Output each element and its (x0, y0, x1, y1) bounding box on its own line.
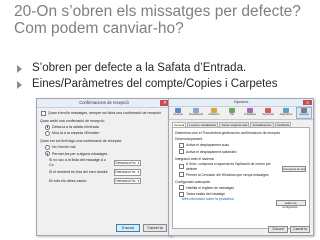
smooth-scroll-label: Activa el desplaçament suau (186, 143, 230, 148)
keep-in-inbox-radio[interactable] (45, 124, 50, 130)
toolbar-label: Adjuncions (279, 113, 293, 116)
lead-text: Determina com el Thunderbird gestiona le… (175, 130, 281, 135)
message-log-label: Habilita el registre de missatges (186, 185, 235, 190)
bullet-list: S’obren per defecte a la Safata d’Entrad… (14, 62, 314, 93)
slide-title: 20-On s’obren els missatges per defecte?… (14, 3, 301, 37)
options-dialog: Opcions ✕ General Visualització Redacció… (168, 98, 314, 236)
never-send-label: No l’enviïs mai (52, 145, 76, 150)
check-now-button[interactable]: Comprova-ho ara (282, 165, 306, 172)
config-heading: Configuració avançada (175, 179, 210, 184)
dev-heading: Desenvolupament (175, 137, 203, 142)
move-to-sent-label: Mou-la a la carpeta «Enviats» (52, 131, 100, 136)
rule-label: En tots els altres casos: (49, 178, 87, 183)
toolbar-attachments[interactable]: Adjuncions (279, 108, 293, 118)
on-receive-heading: Quan arribi una confirmació de recepció: (40, 119, 105, 123)
never-send-radio[interactable] (45, 144, 50, 150)
toolbar-display[interactable]: Visualització (189, 108, 203, 118)
bullet-item: S’obren per defecte a la Safata d’Entrad… (14, 62, 314, 76)
chevron-down-icon: ▾ (137, 170, 140, 175)
toolbar-label: Avançat (299, 113, 309, 116)
message-log-checkbox[interactable] (179, 185, 184, 191)
config-editor-button[interactable]: Editor de configuració... (276, 199, 306, 209)
toolbar-label: Seguretat (262, 113, 274, 116)
options-toolbar: General Visualització Redacció Xat Priva… (169, 107, 313, 120)
close-icon[interactable]: ✕ (303, 100, 312, 105)
allow-some-label: Permet-les per a alguns missatges (52, 151, 108, 156)
always-request-checkbox[interactable] (41, 111, 46, 116)
rule-select-value: Demana-m’ho (115, 170, 136, 175)
rule-label: Si no sóc a la llista del missatge A o C… (49, 158, 106, 167)
receipt-dialog-titlebar[interactable]: Confirmacions de recepció ✕ (37, 99, 171, 108)
options-panel: Determina com el Thunderbird gestiona le… (172, 126, 310, 229)
chevron-down-icon: ▾ (137, 160, 140, 165)
bullet-text: Eines/Paràmetres del compte/Copies i Car… (32, 77, 278, 90)
rule-select[interactable]: Demana-m’ho ▾ (113, 169, 141, 176)
cancel-button[interactable]: Cancel·la (143, 224, 167, 232)
toolbar-label: Redacció (208, 113, 220, 116)
options-dialog-title: Opcions (233, 99, 249, 105)
options-dialog-titlebar[interactable]: Opcions ✕ (169, 99, 313, 107)
rule-select[interactable]: Demana-m’ho ▾ (113, 159, 141, 167)
chevron-down-icon: ▾ (137, 178, 140, 183)
rule-select-value: Demana-m’ho (115, 178, 136, 183)
message-state-checkbox[interactable] (179, 191, 184, 197)
on-request-heading: Quan em sol·liciti algú una confirmació … (40, 139, 123, 144)
toolbar-advanced[interactable]: Avançat (296, 107, 312, 119)
default-app-label: A l’inici, comprova si aquesta és l’apli… (186, 162, 271, 171)
message-state-label: Tanca estats del missatge (186, 192, 226, 197)
receipt-dialog: Confirmacions de recepció ✕ Quan s’enviï… (36, 98, 172, 236)
toolbar-label: General (173, 113, 183, 116)
auto-scroll-checkbox[interactable] (179, 149, 184, 155)
bullet-arrow-icon (17, 65, 22, 73)
toolbar-general[interactable]: General (171, 108, 185, 118)
windows-search-label: Permet al Cercador del Windows que cerqu… (186, 172, 269, 177)
cancel-button[interactable]: Cancel·la (290, 226, 310, 233)
smooth-scroll-checkbox[interactable] (179, 143, 184, 149)
toolbar-privacy[interactable]: Privadesa (243, 108, 257, 118)
default-app-checkbox[interactable] (179, 164, 184, 170)
receipt-dialog-title: Confirmacions de recepció (79, 99, 129, 105)
rule-label: Si el remitent és fora del meu domini: (49, 170, 109, 175)
bullet-text: S’obren per defecte a la Safata d’Entrad… (32, 62, 247, 74)
allow-some-radio[interactable] (45, 151, 50, 157)
keep-in-inbox-label: Deixa-la a la safata d’entrada (52, 125, 99, 130)
toolbar-composition[interactable]: Redacció (207, 108, 221, 118)
always-request-label: Quan s’enviïn missatges, sempre sol·lici… (48, 111, 162, 116)
toolbar-label: Privadesa (244, 113, 256, 116)
move-to-sent-radio[interactable] (45, 131, 50, 137)
rule-select-value: Demana-m’ho (115, 160, 136, 165)
toolbar-label: Xat (230, 113, 234, 116)
toolbar-label: Visualització (188, 113, 204, 116)
bullet-arrow-icon (17, 80, 22, 89)
windows-search-checkbox[interactable] (179, 172, 184, 178)
bullet-item: Eines/Paràmetres del compte/Copies i Car… (14, 78, 314, 92)
rule-select[interactable]: Demana-m’ho ▾ (113, 177, 141, 185)
ok-button[interactable]: D’acord (116, 224, 140, 232)
toolbar-security[interactable]: Seguretat (261, 108, 275, 118)
system-heading: Integració amb el sistema (175, 156, 214, 161)
toolbar-chat[interactable]: Xat (225, 108, 239, 118)
auto-scroll-label: Activa el desplaçament automàtic (186, 149, 237, 154)
ok-button[interactable]: D’acord (268, 226, 288, 233)
